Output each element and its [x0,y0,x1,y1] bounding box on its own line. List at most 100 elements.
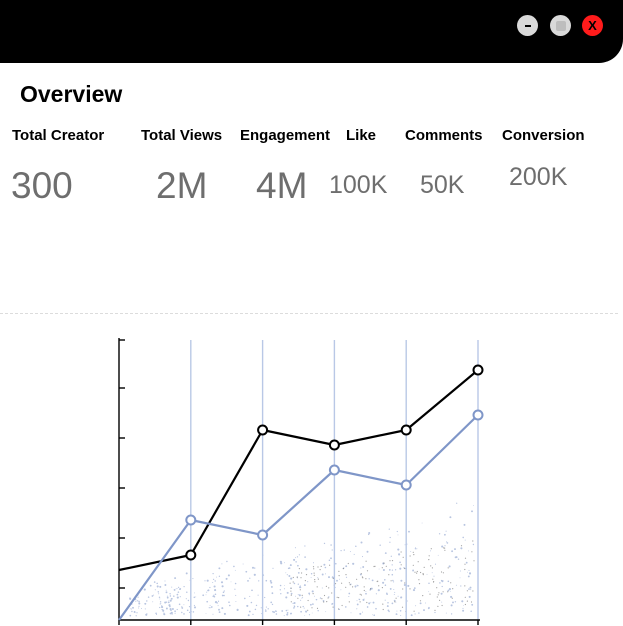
texture-dot [308,614,311,616]
texture-dot [317,609,319,612]
texture-dot [273,611,275,614]
texture-dot [323,542,326,545]
texture-dot [135,615,137,617]
texture-dot [350,612,352,614]
texture-dot [331,549,333,551]
texture-dot [450,613,453,615]
texture-dot [378,585,380,587]
texture-dot [164,601,167,604]
texture-dot [440,592,443,595]
texture-dot [159,585,162,588]
texture-dot [352,562,355,565]
texture-dot [155,613,158,615]
texture-dot [307,599,309,602]
texture-dot [170,597,173,600]
texture-dot [388,574,390,576]
texture-dot [188,605,191,608]
texture-dot [257,594,259,596]
texture-dot [181,611,183,614]
texture-dot [152,601,154,603]
texture-dot [290,587,292,589]
texture-dot [289,613,292,615]
texture-dot [468,569,470,571]
texture-dot [397,548,400,551]
texture-dot [428,559,430,561]
texture-dot [431,567,433,569]
texture-dot [412,551,414,553]
texture-dot [267,608,269,610]
texture-dot [151,595,154,597]
texture-dot [302,596,304,598]
texture-dot [221,563,223,565]
texture-dot [304,545,306,547]
minimize-button[interactable] [517,15,538,36]
texture-dot [305,574,308,576]
texture-dot [393,589,395,590]
texture-dot [314,581,316,583]
texture-dot [467,550,469,552]
texture-dot [214,589,217,592]
texture-dot [270,581,273,584]
texture-dot [464,596,466,598]
texture-dot [394,569,397,571]
texture-dot [355,545,357,548]
texture-dot [376,580,378,583]
texture-dot [409,588,411,590]
stat-label-like: Like [346,127,377,144]
texture-dot [349,584,351,586]
texture-dot [186,609,189,612]
texture-dot [460,545,463,547]
texture-dot [399,561,401,564]
texture-dot [393,594,395,595]
texture-dot [214,593,217,596]
texture-dot [285,596,288,599]
stat-label-total-views: Total Views [141,127,223,144]
texture-dot [283,615,285,617]
close-button[interactable]: X [582,15,603,36]
texture-dot [233,565,235,568]
texture-dot [384,599,386,601]
texture-dot [430,565,432,567]
texture-dot [338,575,340,577]
texture-dot [317,578,319,580]
texture-dot [303,584,306,587]
texture-dot [368,578,370,580]
texture-dot [373,565,375,568]
texture-dot [418,612,420,614]
texture-dot [352,586,354,588]
texture-dot [208,607,210,609]
texture-dot [402,588,404,590]
texture-dot [332,606,334,608]
texture-dot [404,582,406,584]
texture-dot [460,547,463,550]
texture-dot [423,609,425,612]
texture-dot [285,572,287,574]
texture-dot [179,596,181,598]
series-dark-point [328,439,340,451]
maximize-button[interactable] [550,15,571,36]
texture-dot [464,568,466,571]
texture-dot [429,593,431,595]
texture-dot [425,602,427,604]
texture-dot [437,554,439,556]
texture-dot [337,608,340,610]
texture-dot [464,563,466,565]
texture-dot [308,592,311,595]
stat-value-total-creator: 300 [11,165,73,206]
texture-dot [360,567,362,569]
texture-dot [290,594,292,596]
texture-dot [270,585,273,588]
texture-dot [315,598,318,601]
texture-dot [436,587,438,589]
texture-dot [158,596,161,598]
texture-dot [218,567,221,570]
texture-dot [370,601,372,603]
texture-dot [413,610,415,612]
texture-dot [251,589,253,592]
texture-dot [178,603,181,606]
texture-dot [372,614,373,616]
texture-dot [185,572,188,575]
texture-dot [340,549,342,552]
texture-dot [286,591,289,594]
texture-dot [450,582,452,584]
